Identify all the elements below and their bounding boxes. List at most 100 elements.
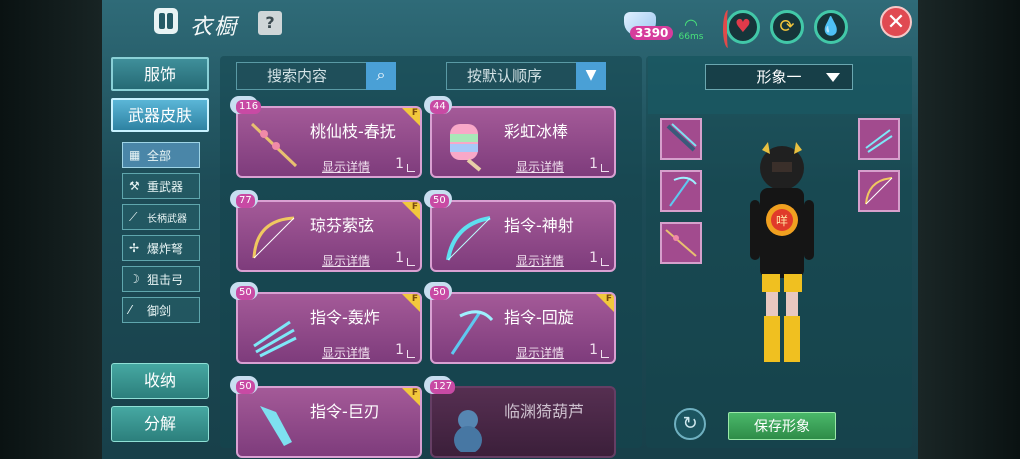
- level-badge: 50: [230, 282, 260, 304]
- show-detail-link[interactable]: 显示详情: [516, 252, 564, 269]
- level-badge: 44: [424, 96, 454, 118]
- claw-weapon-icon: [865, 129, 893, 153]
- help-button[interactable]: ?: [258, 11, 282, 35]
- crossbow-icon: ✢: [129, 241, 140, 255]
- item-name: 指令-回旋: [504, 308, 574, 327]
- scythe-icon: [450, 310, 494, 355]
- corner-arrow-icon: [407, 164, 415, 172]
- page-title: 衣橱: [190, 15, 239, 40]
- corner-arrow-icon: [407, 258, 415, 266]
- item-name: 桃仙枝-春抚: [310, 122, 396, 141]
- show-detail-link[interactable]: 显示详情: [516, 344, 564, 361]
- show-detail-link[interactable]: 显示详情: [322, 158, 370, 175]
- hammer-icon: ⚒: [129, 179, 140, 193]
- chevron-down-icon: [826, 73, 840, 82]
- scythe-icon: [669, 176, 697, 207]
- chevron-down-icon[interactable]: ▼: [576, 62, 606, 90]
- tab-weapon-skins[interactable]: 武器皮肤: [111, 98, 209, 132]
- equip-slot[interactable]: [660, 118, 702, 160]
- heart-icon[interactable]: ♥: [723, 10, 760, 48]
- equip-slot[interactable]: [660, 222, 702, 264]
- item-quantity: 1: [395, 156, 404, 172]
- tag-letter: F: [411, 388, 418, 398]
- level-badge: 116: [230, 96, 262, 118]
- equip-slot[interactable]: [858, 170, 900, 212]
- level-badge: 50: [424, 190, 454, 212]
- item-quantity: 1: [395, 342, 404, 358]
- exchange-icon[interactable]: ⟳: [770, 10, 804, 44]
- claw-weapon-icon: [253, 320, 297, 358]
- item-quantity: 1: [589, 250, 598, 266]
- category-crossbow[interactable]: ✢ 爆炸弩: [122, 235, 200, 261]
- corner-arrow-icon: [407, 350, 415, 358]
- giant-blade-icon: [260, 406, 292, 446]
- wardrobe-window: 衣橱 ? 3390 ◠ 66ms ♥ ⟳ 💧 ✕ 服饰 武器皮肤 ▦ 全部 ⚒ …: [102, 0, 918, 459]
- wardrobe-icon: [154, 8, 178, 34]
- category-sniper-bow[interactable]: ☽ 狙击弓: [122, 266, 200, 292]
- bow-icon: ☽: [129, 272, 140, 286]
- sword-icon: ⁄: [129, 303, 132, 317]
- claw-weapon-icon: [666, 123, 697, 152]
- item-card[interactable]: 指令-轰炸 显示详情 1 F: [236, 292, 422, 364]
- character-badge-text: 咩: [776, 213, 788, 228]
- category-label: 爆炸弩: [147, 241, 184, 256]
- ping-text: 66ms: [678, 32, 704, 42]
- show-detail-link[interactable]: 显示详情: [516, 158, 564, 175]
- category-label: 长柄武器: [147, 213, 187, 225]
- item-card[interactable]: 琼芬萦弦 显示详情 1 F: [236, 200, 422, 272]
- category-all[interactable]: ▦ 全部: [122, 142, 200, 168]
- item-card[interactable]: 指令-巨刃 F: [236, 386, 422, 458]
- category-polearm[interactable]: ⟋ 长柄武器: [122, 204, 200, 230]
- left-backdrop: [0, 0, 102, 459]
- category-label: 全部: [147, 148, 172, 163]
- item-name: 指令-神射: [504, 216, 574, 235]
- level-badge: 50: [230, 376, 260, 398]
- category-heavy-weapon[interactable]: ⚒ 重武器: [122, 173, 200, 199]
- tag-letter: F: [411, 108, 418, 118]
- category-flying-sword[interactable]: ⁄ 御剑: [122, 297, 200, 323]
- show-detail-link[interactable]: 显示详情: [322, 252, 370, 269]
- item-name: 指令-轰炸: [310, 308, 380, 327]
- rotate-icon[interactable]: ↻: [674, 408, 706, 440]
- water-drop-icon[interactable]: 💧: [814, 10, 848, 44]
- peach-branch-weapon-icon: [665, 229, 697, 257]
- grid-icon: ▦: [129, 148, 141, 162]
- decompose-button[interactable]: 分解: [111, 406, 209, 442]
- item-quantity: 1: [395, 250, 404, 266]
- item-card[interactable]: 指令-神射 显示详情 1: [430, 200, 616, 272]
- peach-branch-weapon-icon: [250, 122, 298, 168]
- polearm-icon: ⟋: [129, 210, 138, 224]
- show-detail-link[interactable]: 显示详情: [322, 344, 370, 361]
- item-card[interactable]: 指令-回旋 显示详情 1 F: [430, 292, 616, 364]
- form-select[interactable]: 形象一: [705, 64, 853, 90]
- tab-clothing[interactable]: 服饰: [111, 57, 209, 91]
- save-appearance-button[interactable]: 保存形象: [728, 412, 836, 440]
- cyan-bow-icon: [446, 216, 491, 261]
- character-model: 咩: [750, 142, 814, 362]
- item-quantity: 1: [589, 156, 598, 172]
- tag-letter: F: [411, 294, 418, 304]
- store-button[interactable]: 收纳: [111, 363, 209, 399]
- close-button[interactable]: ✕: [880, 6, 912, 38]
- category-label: 御剑: [147, 303, 172, 318]
- item-quantity: 1: [589, 342, 598, 358]
- equip-slot[interactable]: [660, 170, 702, 212]
- search-icon[interactable]: ⌕: [366, 62, 396, 90]
- golden-bow-icon: [865, 177, 893, 205]
- item-card[interactable]: 彩虹冰棒 显示详情 1: [430, 106, 616, 178]
- gourd-icon: [454, 410, 482, 452]
- item-card[interactable]: 临渊猗葫芦: [430, 386, 616, 458]
- category-label: 重武器: [147, 179, 184, 194]
- item-name: 彩虹冰棒: [504, 122, 569, 141]
- right-backdrop: [918, 0, 1020, 459]
- item-card[interactable]: 桃仙枝-春抚 显示详情 1 F: [236, 106, 422, 178]
- tag-letter: F: [411, 202, 418, 212]
- equip-slot[interactable]: [858, 118, 900, 160]
- item-name: 临渊猗葫芦: [504, 402, 585, 421]
- form-label: 形象一: [756, 68, 802, 86]
- tag-letter: F: [605, 294, 612, 304]
- corner-arrow-icon: [601, 350, 609, 358]
- level-badge: 50: [424, 282, 454, 304]
- item-name: 琼芬萦弦: [310, 216, 375, 235]
- golden-bow-icon: [252, 216, 295, 259]
